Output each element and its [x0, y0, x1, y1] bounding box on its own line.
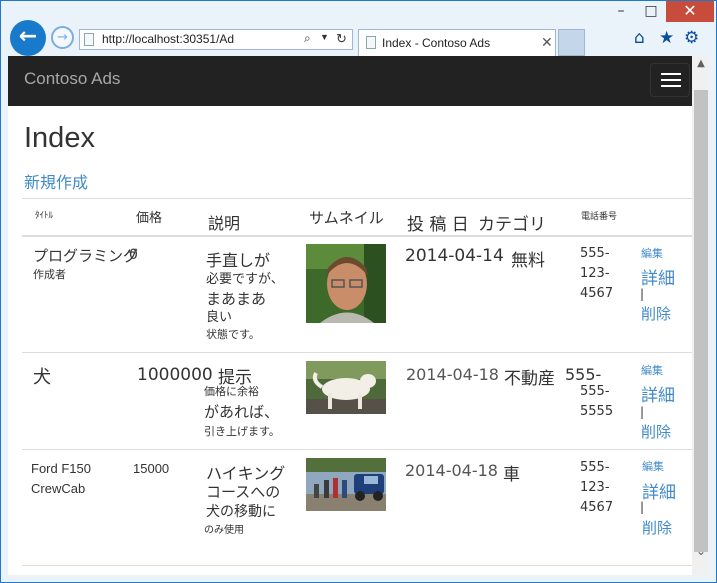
favorites-star-icon[interactable]: ★	[659, 28, 674, 48]
header-category: カテゴリ	[478, 215, 546, 235]
row-title: Ford F150	[31, 461, 91, 476]
row-divider	[22, 565, 692, 566]
site-navbar: Contoso Ads	[8, 56, 692, 106]
scrollbar-thumb[interactable]	[694, 90, 708, 552]
row-phone-line: 123-	[580, 266, 610, 281]
edit-link[interactable]: 編集	[642, 458, 664, 474]
close-window-button[interactable]: ✕	[666, 0, 714, 22]
hamburger-icon	[661, 79, 681, 81]
refresh-icon[interactable]: ↻	[336, 31, 347, 47]
header-posted-date: 投 稿 日	[407, 215, 469, 235]
tab-title: Index - Contoso Ads	[382, 36, 491, 50]
details-link[interactable]: 詳細	[642, 478, 676, 503]
close-tab-icon[interactable]: ✕	[541, 34, 553, 51]
row-price: 15000	[133, 461, 170, 476]
hamburger-icon	[661, 73, 681, 75]
action-separator: |	[640, 405, 645, 419]
row-title-sub: 作成者	[33, 268, 66, 281]
page-title: Index	[24, 122, 95, 154]
url-text[interactable]: http://localhost:30351/Ad	[102, 32, 234, 46]
thumbnail-image[interactable]	[306, 458, 386, 511]
hamburger-icon	[661, 85, 681, 87]
row-desc-line: 犬の移動に	[206, 504, 276, 520]
row-title: プログラミング	[33, 247, 139, 265]
gear-icon[interactable]: ⚙	[684, 28, 699, 48]
action-separator: |	[640, 287, 645, 301]
arrow-left-icon: ←	[18, 24, 38, 49]
new-tab-button[interactable]	[558, 29, 585, 56]
row-title: CrewCab	[31, 481, 86, 496]
row-phone-line: 4567	[580, 500, 614, 515]
row-phone-line: 4567	[580, 286, 614, 301]
table-top-border	[22, 198, 692, 199]
maximize-button[interactable]: □	[636, 0, 666, 22]
row-desc-line: 必要ですが、	[206, 272, 284, 287]
tab-active[interactable]: Index - Contoso Ads ✕	[358, 29, 556, 56]
edit-link[interactable]: 編集	[641, 245, 663, 261]
create-new-link[interactable]: 新規作成	[24, 169, 88, 193]
scroll-up-icon[interactable]: ▲	[692, 58, 710, 69]
arrow-right-icon: →	[57, 30, 68, 45]
page-icon	[366, 36, 376, 49]
page-viewport: Contoso Ads Index 新規作成 ﾀｲﾄﾙ 価格 説明 サムネイル …	[8, 56, 692, 575]
details-link[interactable]: 詳細	[641, 381, 675, 406]
scroll-down-icon[interactable]: ⌄	[692, 544, 710, 558]
row-date: 2014-04-18	[405, 461, 498, 480]
action-separator: |	[640, 500, 645, 514]
vertical-scrollbar[interactable]: ▲ ⌄	[692, 56, 710, 575]
row-date: 2014-04-18	[406, 365, 499, 384]
thumbnail-image[interactable]	[306, 244, 386, 323]
chevron-down-icon[interactable]: ▼	[320, 32, 329, 42]
row-divider	[22, 449, 692, 450]
minimize-button[interactable]: –	[606, 0, 636, 22]
delete-link[interactable]: 削除	[642, 517, 672, 538]
row-desc-line: があれば、	[204, 403, 280, 421]
row-phone-line: 555-	[580, 460, 610, 475]
header-thumbnail: サムネイル	[309, 209, 384, 227]
delete-link[interactable]: 削除	[641, 421, 671, 442]
row-phone-line: 123-	[580, 480, 610, 495]
row-title: 犬	[33, 367, 51, 388]
header-phone: 電話番号	[581, 212, 618, 222]
row-desc-line: 価格に余裕	[204, 385, 259, 398]
row-desc-line: 状態です。	[206, 328, 260, 341]
back-button[interactable]: ←	[10, 20, 46, 56]
row-price: 1000000	[137, 365, 213, 385]
header-title: ﾀｲﾄﾙ	[35, 211, 54, 221]
browser-chrome: – □ ✕ ← → http://localhost:30351/Ad ⌕ ▼ …	[0, 0, 717, 56]
window-border-left	[0, 56, 8, 583]
header-bottom-border	[22, 235, 692, 237]
header-price: 価格	[136, 211, 163, 226]
menu-toggle-button[interactable]	[650, 63, 690, 97]
row-desc-line: コースへの	[206, 483, 281, 501]
row-category: 不動産	[504, 369, 555, 389]
header-description: 説明	[208, 214, 241, 233]
home-icon[interactable]: ⌂	[634, 28, 645, 48]
search-icon[interactable]: ⌕	[304, 31, 311, 46]
window-border-bottom	[0, 575, 717, 583]
row-divider	[22, 352, 692, 353]
address-bar[interactable]: http://localhost:30351/Ad ⌕ ▼ ↻	[79, 29, 353, 50]
page-icon	[84, 33, 94, 46]
row-category: 車	[503, 465, 520, 485]
brand-link[interactable]: Contoso Ads	[24, 69, 120, 89]
row-phone-line: 555-	[565, 365, 602, 384]
forward-button[interactable]: →	[51, 26, 74, 49]
row-phone-line: 5555	[580, 404, 614, 419]
row-phone-line: 555-	[580, 384, 610, 399]
row-desc-line: 引き上げます。	[204, 425, 280, 438]
row-category: 無料	[511, 251, 545, 271]
window-border-right	[710, 56, 717, 583]
thumbnail-image[interactable]	[306, 361, 386, 414]
row-date: 2014-04-14	[405, 246, 504, 266]
row-phone-line: 555-	[580, 246, 610, 261]
row-desc-line: 良い	[206, 310, 233, 325]
row-price: 0	[129, 247, 138, 263]
details-link[interactable]: 詳細	[641, 264, 675, 289]
edit-link[interactable]: 編集	[641, 362, 663, 378]
delete-link[interactable]: 削除	[641, 303, 671, 324]
row-desc-line: のみ使用	[204, 525, 244, 536]
